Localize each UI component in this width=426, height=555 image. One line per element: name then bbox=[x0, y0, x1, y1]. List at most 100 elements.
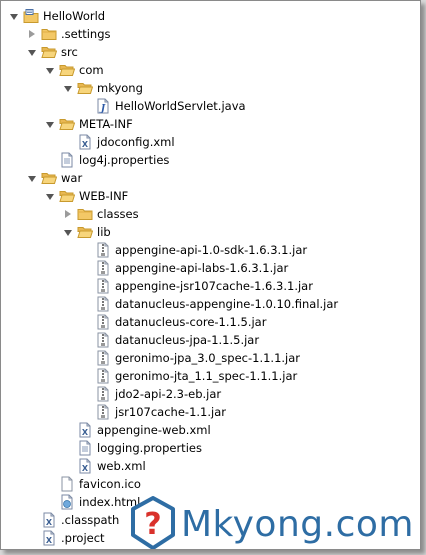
tree-item[interactable]: .settings bbox=[1, 25, 420, 43]
tree-item[interactable]: appengine-api-1.0-sdk-1.6.3.1.jar bbox=[1, 241, 420, 259]
tree-item-label: web.xml bbox=[97, 459, 146, 473]
expand-arrow-open-icon[interactable] bbox=[25, 169, 39, 187]
properties-file-icon bbox=[77, 440, 93, 456]
tree-item[interactable]: log4j.properties bbox=[1, 151, 420, 169]
java-file-icon: J bbox=[95, 98, 111, 114]
tree-item-label: logging.properties bbox=[97, 441, 202, 455]
project-explorer-panel: HelloWorld .settings src com mkyong J HelloWor… bbox=[0, 0, 421, 550]
jar-file-icon bbox=[95, 278, 111, 294]
xml-file-icon: X bbox=[41, 512, 57, 528]
expand-arrow-open-icon[interactable] bbox=[61, 79, 75, 97]
svg-text:X: X bbox=[46, 536, 53, 545]
tree-item-label: appengine-api-labs-1.6.3.1.jar bbox=[115, 261, 289, 275]
tree-item-label: lib bbox=[97, 225, 111, 239]
watermark-logo-icon: ? bbox=[129, 496, 177, 549]
tree-item-label: jsr107cache-1.1.jar bbox=[115, 405, 226, 419]
tree-item[interactable]: Xjdoconfig.xml bbox=[1, 133, 420, 151]
tree-item[interactable]: appengine-jsr107cache-1.6.3.1.jar bbox=[1, 277, 420, 295]
jar-file-icon bbox=[95, 260, 111, 276]
tree-item-label: WEB-INF bbox=[79, 189, 129, 203]
folder-icon bbox=[41, 26, 57, 42]
watermark: ? Mkyong.com bbox=[129, 494, 414, 549]
folder-icon bbox=[77, 206, 93, 222]
xml-file-icon: X bbox=[41, 530, 57, 546]
tree-item[interactable]: datanucleus-appengine-1.0.10.final.jar bbox=[1, 295, 420, 313]
svg-text:X: X bbox=[82, 464, 89, 473]
tree-item[interactable]: lib bbox=[1, 223, 420, 241]
watermark-text: Mkyong.com bbox=[181, 503, 414, 545]
folder-open-icon bbox=[59, 116, 75, 132]
jar-file-icon bbox=[95, 404, 111, 420]
jar-file-icon bbox=[95, 296, 111, 312]
tree-item-label: META-INF bbox=[79, 117, 133, 131]
tree-item-label: jdo2-api-2.3-eb.jar bbox=[115, 387, 222, 401]
tree-item[interactable]: HelloWorld bbox=[1, 7, 420, 25]
tree-item-label: HelloWorld bbox=[43, 9, 106, 23]
svg-text:X: X bbox=[82, 428, 89, 437]
expand-arrow-open-icon[interactable] bbox=[43, 115, 57, 133]
tree-item[interactable]: META-INF bbox=[1, 115, 420, 133]
tree-item-label: classes bbox=[97, 207, 139, 221]
expand-arrow-closed-icon[interactable] bbox=[61, 205, 75, 223]
tree-item-label: jdoconfig.xml bbox=[97, 135, 175, 149]
folder-open-icon bbox=[41, 170, 57, 186]
jar-file-icon bbox=[95, 350, 111, 366]
tree-item[interactable]: appengine-api-labs-1.6.3.1.jar bbox=[1, 259, 420, 277]
tree-item[interactable]: J HelloWorldServlet.java bbox=[1, 97, 420, 115]
xml-file-icon: X bbox=[77, 134, 93, 150]
tree-item-label: .classpath bbox=[61, 513, 120, 527]
tree-item[interactable]: datanucleus-jpa-1.1.5.jar bbox=[1, 331, 420, 349]
tree-item-label: appengine-api-1.0-sdk-1.6.3.1.jar bbox=[115, 243, 308, 257]
jar-file-icon bbox=[95, 314, 111, 330]
svg-text:X: X bbox=[82, 140, 89, 149]
folder-open-icon bbox=[59, 188, 75, 204]
tree-item-label: favicon.ico bbox=[79, 477, 141, 491]
tree-item-label: geronimo-jpa_3.0_spec-1.1.1.jar bbox=[115, 351, 301, 365]
project-tree: HelloWorld .settings src com mkyong J HelloWor… bbox=[1, 7, 420, 547]
tree-item[interactable]: Xweb.xml bbox=[1, 457, 420, 475]
tree-item[interactable]: jsr107cache-1.1.jar bbox=[1, 403, 420, 421]
expand-arrow-open-icon[interactable] bbox=[61, 223, 75, 241]
svg-text:X: X bbox=[46, 518, 53, 527]
folder-open-icon bbox=[77, 80, 93, 96]
tree-item[interactable]: datanucleus-core-1.1.5.jar bbox=[1, 313, 420, 331]
expand-arrow-open-icon[interactable] bbox=[43, 187, 57, 205]
tree-item-label: .settings bbox=[61, 27, 111, 41]
tree-item-label: geronimo-jta_1.1_spec-1.1.1.jar bbox=[115, 369, 298, 383]
tree-item[interactable]: mkyong bbox=[1, 79, 420, 97]
jar-file-icon bbox=[95, 368, 111, 384]
tree-item[interactable]: WEB-INF bbox=[1, 187, 420, 205]
generic-file-icon bbox=[59, 476, 75, 492]
tree-item-label: com bbox=[79, 63, 104, 77]
tree-item[interactable]: geronimo-jta_1.1_spec-1.1.1.jar bbox=[1, 367, 420, 385]
tree-item-label: appengine-jsr107cache-1.6.3.1.jar bbox=[115, 279, 313, 293]
project-icon bbox=[23, 8, 39, 24]
tree-item[interactable]: war bbox=[1, 169, 420, 187]
tree-item-label: .project bbox=[61, 531, 105, 545]
html-file-icon bbox=[59, 494, 75, 510]
tree-item[interactable]: logging.properties bbox=[1, 439, 420, 457]
xml-file-icon: X bbox=[77, 458, 93, 474]
expand-arrow-open-icon[interactable] bbox=[43, 61, 57, 79]
folder-open-icon bbox=[77, 224, 93, 240]
tree-item[interactable]: com bbox=[1, 61, 420, 79]
jar-file-icon bbox=[95, 386, 111, 402]
folder-open-icon bbox=[41, 44, 57, 60]
expand-arrow-closed-icon[interactable] bbox=[25, 25, 39, 43]
tree-item[interactable]: Xappengine-web.xml bbox=[1, 421, 420, 439]
tree-item[interactable]: jdo2-api-2.3-eb.jar bbox=[1, 385, 420, 403]
tree-item[interactable]: geronimo-jpa_3.0_spec-1.1.1.jar bbox=[1, 349, 420, 367]
jar-file-icon bbox=[95, 242, 111, 258]
svg-text:?: ? bbox=[144, 507, 161, 542]
tree-item-label: HelloWorldServlet.java bbox=[115, 99, 246, 113]
tree-item[interactable]: favicon.ico bbox=[1, 475, 420, 493]
tree-item[interactable]: classes bbox=[1, 205, 420, 223]
expand-arrow-open-icon[interactable] bbox=[7, 7, 21, 25]
tree-item-label: war bbox=[61, 171, 83, 185]
tree-item[interactable]: src bbox=[1, 43, 420, 61]
tree-item-label: datanucleus-jpa-1.1.5.jar bbox=[115, 333, 260, 347]
jar-file-icon bbox=[95, 332, 111, 348]
expand-arrow-open-icon[interactable] bbox=[25, 43, 39, 61]
tree-item-label: appengine-web.xml bbox=[97, 423, 211, 437]
tree-item-label: datanucleus-appengine-1.0.10.final.jar bbox=[115, 297, 339, 311]
